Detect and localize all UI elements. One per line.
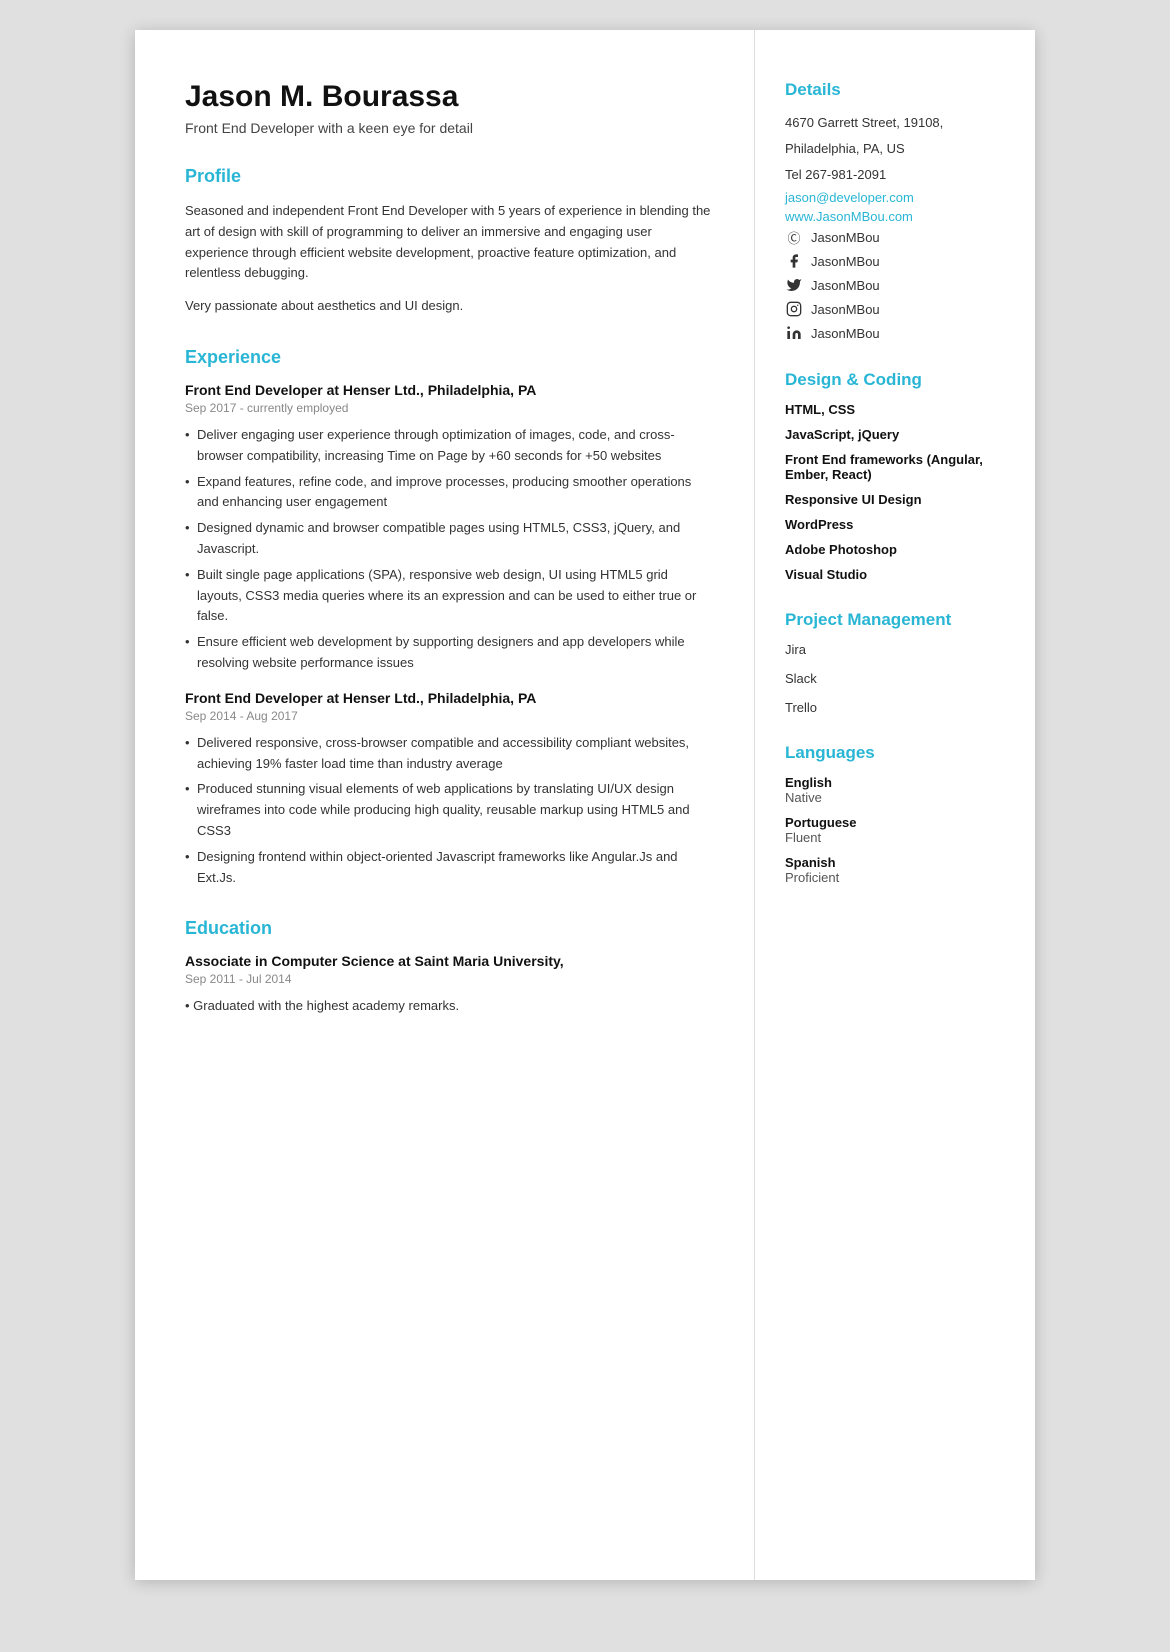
lang-english: English Native [785,775,1005,805]
bullet-item: Produced stunning visual elements of web… [185,779,714,841]
bullet-item: Ensure efficient web development by supp… [185,632,714,674]
edu-text-1: • Graduated with the highest academy rem… [185,996,714,1017]
job-date-2: Sep 2014 - Aug 2017 [185,709,714,723]
pm-section-title: Project Management [785,610,1005,630]
bullet-item: Designing frontend within object-oriente… [185,847,714,889]
resume-container: Jason M. Bourassa Front End Developer wi… [135,30,1035,1580]
pm-jira: Jira [785,642,1005,657]
skill-responsive-ui: Responsive UI Design [785,492,1005,507]
profile-text-2: Very passionate about aesthetics and UI … [185,296,714,317]
right-column: Details 4670 Garrett Street, 19108, Phil… [755,30,1035,1580]
linkedin-icon [785,324,803,342]
social-skype: Ⓒ JasonMBou [785,228,1005,246]
twitter-handle: JasonMBou [811,278,880,293]
languages-section-title: Languages [785,743,1005,763]
job-entry-2: Front End Developer at Henser Ltd., Phil… [185,690,714,889]
skill-wordpress: WordPress [785,517,1005,532]
instagram-icon [785,300,803,318]
left-column: Jason M. Bourassa Front End Developer wi… [135,30,755,1580]
skill-html-css: HTML, CSS [785,402,1005,417]
lang-name-portuguese: Portuguese [785,815,1005,830]
skill-js-jquery: JavaScript, jQuery [785,427,1005,442]
telephone: Tel 267-981-2091 [785,164,1005,186]
edu-entry-1: Associate in Computer Science at Saint M… [185,953,714,1017]
job-date-1: Sep 2017 - currently employed [185,401,714,415]
job-title-2: Front End Developer at Henser Ltd., Phil… [185,690,714,706]
address-line-2: Philadelphia, PA, US [785,138,1005,160]
candidate-tagline: Front End Developer with a keen eye for … [185,120,714,136]
lang-level-portuguese: Fluent [785,830,1005,845]
edu-date-1: Sep 2011 - Jul 2014 [185,972,714,986]
website-link[interactable]: www.JasonMBou.com [785,209,1005,224]
email-link[interactable]: jason@developer.com [785,190,1005,205]
social-facebook: JasonMBou [785,252,1005,270]
bullet-item: Designed dynamic and browser compatible … [185,518,714,560]
social-linkedin: JasonMBou [785,324,1005,342]
design-coding-section-title: Design & Coding [785,370,1005,390]
job-entry-1: Front End Developer at Henser Ltd., Phil… [185,382,714,674]
pm-trello: Trello [785,700,1005,715]
experience-section-title: Experience [185,347,714,368]
bullet-item: Deliver engaging user experience through… [185,425,714,467]
twitter-icon [785,276,803,294]
skill-photoshop: Adobe Photoshop [785,542,1005,557]
bullet-item: Expand features, refine code, and improv… [185,472,714,514]
lang-name-spanish: Spanish [785,855,1005,870]
skill-visual-studio: Visual Studio [785,567,1005,582]
lang-level-english: Native [785,790,1005,805]
facebook-handle: JasonMBou [811,254,880,269]
job-bullets-2: Delivered responsive, cross-browser comp… [185,733,714,889]
lang-spanish: Spanish Proficient [785,855,1005,885]
profile-section-title: Profile [185,166,714,187]
bullet-item: Built single page applications (SPA), re… [185,565,714,627]
candidate-name: Jason M. Bourassa [185,80,714,114]
social-instagram: JasonMBou [785,300,1005,318]
skype-handle: JasonMBou [811,230,880,245]
details-section-title: Details [785,80,1005,100]
edu-title-1: Associate in Computer Science at Saint M… [185,953,714,969]
pm-slack: Slack [785,671,1005,686]
job-title-1: Front End Developer at Henser Ltd., Phil… [185,382,714,398]
skype-icon: Ⓒ [785,228,803,246]
lang-level-spanish: Proficient [785,870,1005,885]
profile-text-1: Seasoned and independent Front End Devel… [185,201,714,284]
lang-name-english: English [785,775,1005,790]
instagram-handle: JasonMBou [811,302,880,317]
bullet-item: Delivered responsive, cross-browser comp… [185,733,714,775]
facebook-icon [785,252,803,270]
address-line-1: 4670 Garrett Street, 19108, [785,112,1005,134]
social-twitter: JasonMBou [785,276,1005,294]
job-bullets-1: Deliver engaging user experience through… [185,425,714,674]
linkedin-handle: JasonMBou [811,326,880,341]
lang-portuguese: Portuguese Fluent [785,815,1005,845]
education-section-title: Education [185,918,714,939]
skill-frameworks: Front End frameworks (Angular, Ember, Re… [785,452,1005,482]
